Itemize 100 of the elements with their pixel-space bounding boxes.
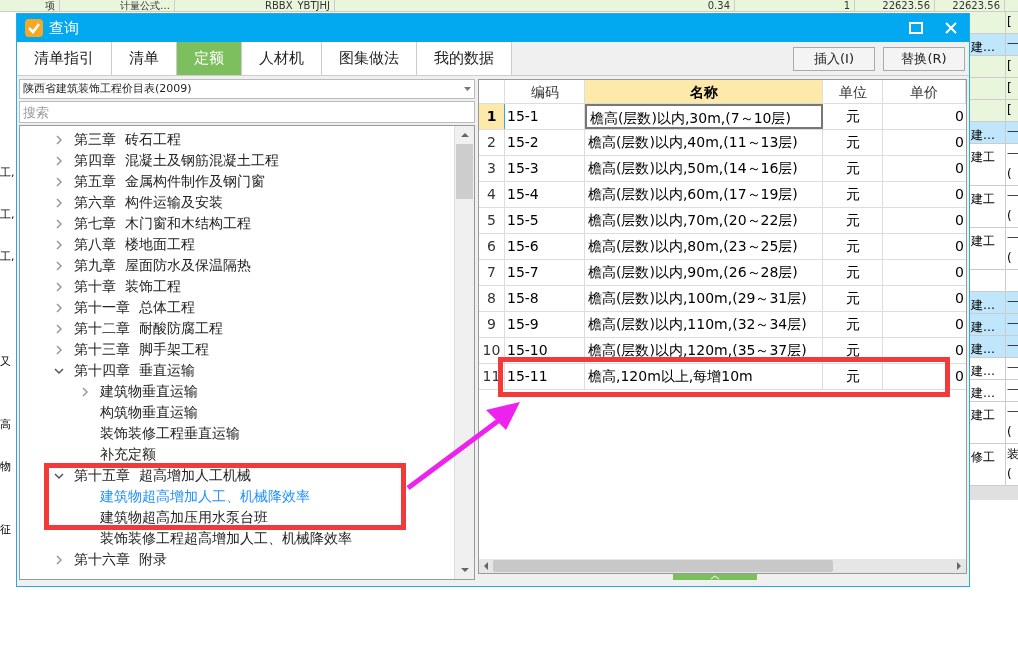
tree-item[interactable]: 装饰装修工程超高增加人工、机械降效率	[100, 530, 352, 547]
tree-item[interactable]: 第四章 混凝土及钢筋混凝土工程	[74, 152, 279, 169]
chevron-right-icon[interactable]	[54, 260, 64, 271]
tree-item[interactable]: 装饰装修工程垂直运输	[100, 425, 240, 442]
table-cell: 15-1	[505, 104, 585, 129]
column-header[interactable]: 名称	[585, 80, 823, 103]
tab[interactable]: 清单	[112, 42, 177, 75]
table-cell: 檐高,120m以上,每增10m	[585, 364, 823, 389]
chevron-right-icon[interactable]	[54, 197, 64, 208]
splitter-handle[interactable]	[672, 574, 757, 580]
tree-item[interactable]: 第十四章 垂直运输	[74, 362, 195, 379]
sheet-cell-text: 一	[1006, 294, 1018, 311]
scroll-thumb[interactable]	[456, 144, 473, 199]
sheet-cell-text: (	[1006, 208, 1013, 225]
close-icon[interactable]	[945, 22, 957, 34]
table-cell: 檐高(层数)以内,110m,(32～34层)	[585, 312, 823, 337]
tree-item[interactable]: 第十章 装饰工程	[74, 278, 181, 295]
sheet-cell-text: 一	[1006, 230, 1018, 247]
sheet-cell-text: 一	[1006, 124, 1018, 141]
column-header[interactable]: 单位	[823, 80, 883, 103]
sheet-cell: 建…	[971, 40, 995, 54]
tree-item[interactable]: 第五章 金属构件制作及钢门窗	[74, 173, 265, 190]
dropdown-arrow-icon	[464, 87, 471, 91]
horizontal-scrollbar[interactable]	[479, 559, 966, 573]
table-cell: 15-6	[505, 234, 585, 259]
chevron-down-icon[interactable]	[54, 365, 64, 376]
sheet-cell: 建工	[971, 234, 995, 248]
row-number: 3	[479, 156, 505, 181]
tab[interactable]: 清单指引	[17, 42, 112, 75]
maximize-icon[interactable]	[909, 22, 923, 34]
tree-item[interactable]: 建筑物垂直运输	[100, 383, 198, 400]
sheet-cell-text: 一	[1006, 360, 1018, 377]
chevron-right-icon[interactable]	[54, 239, 64, 250]
chevron-right-icon[interactable]	[54, 281, 64, 292]
table-cell-text: 0	[954, 107, 965, 126]
tree-item[interactable]: 补充定额	[100, 446, 156, 463]
chevron-right-icon[interactable]	[54, 554, 64, 565]
tree-item[interactable]: 第八章 楼地面工程	[74, 236, 195, 253]
vertical-scrollbar[interactable]	[454, 126, 474, 579]
tree-item[interactable]: 第十五章 超高增加人工机械	[74, 467, 251, 484]
table-cell: 元	[823, 130, 883, 155]
scroll-thumb[interactable]	[493, 560, 833, 572]
chevron-right-icon[interactable]	[54, 176, 64, 187]
tab[interactable]: 图集做法	[322, 42, 417, 75]
table-cell-text: 0	[954, 211, 965, 230]
tab[interactable]: 我的数据	[417, 42, 512, 75]
chevron-right-icon[interactable]	[80, 386, 90, 397]
column-header[interactable]: 单价	[883, 80, 966, 103]
chevron-right-icon[interactable]	[54, 134, 64, 145]
table-cell: 檐高(层数)以内,70m,(20～22层)	[585, 208, 823, 233]
sheet-cell: 建…	[971, 128, 995, 142]
table-cell-text: 0	[954, 315, 965, 334]
tab[interactable]: 人材机	[242, 42, 322, 75]
toolbar-button[interactable]: 替换(R)	[883, 46, 965, 71]
sheet-cell: 征	[0, 523, 11, 536]
toolbar-button[interactable]: 插入(I)	[793, 46, 875, 71]
table-cell: 檐高(层数)以内,100m,(29～31层)	[585, 286, 823, 311]
sheet-cell: 建…	[971, 320, 995, 334]
table-cell-text: 0	[954, 341, 965, 360]
sheet-cell: 1	[735, 0, 855, 11]
sheet-cell: 22623.56	[935, 0, 1005, 11]
table-cell: 15-8	[505, 286, 585, 311]
sheet-cell: 建…	[971, 386, 995, 400]
tree-item[interactable]: 第七章 木门窗和木结构工程	[74, 215, 251, 232]
table-cell-text: 0	[954, 159, 965, 178]
sheet-cell-text: 一	[1006, 316, 1018, 333]
tree-item[interactable]: 第十二章 耐酸防腐工程	[74, 320, 223, 337]
table-cell-text: 0	[954, 237, 965, 256]
table-cell-text: 0	[954, 185, 965, 204]
tree-item[interactable]: 第九章 屋面防水及保温隔热	[74, 257, 251, 274]
tree-item[interactable]: 第十六章 附录	[74, 551, 167, 568]
sheet-cell: 项	[0, 0, 60, 11]
tree-item[interactable]: 第三章 砖石工程	[74, 131, 181, 148]
search-field[interactable]: 搜索	[19, 101, 475, 123]
table-cell: 檐高(层数)以内,120m,(35～37层)	[585, 338, 823, 363]
table-cell-text: 0	[954, 289, 965, 308]
sheet-cell: 计量公式…	[60, 0, 175, 11]
sheet-cell-text: (	[1006, 466, 1013, 483]
sheet-cell-text: [	[1006, 80, 1013, 97]
tree-item[interactable]: 第十三章 脚手架工程	[74, 341, 209, 358]
tree-item[interactable]: 第十一章 总体工程	[74, 299, 195, 316]
table-cell: 元	[823, 286, 883, 311]
row-number: 11	[479, 364, 505, 389]
chevron-down-icon[interactable]	[54, 470, 64, 481]
tree-item[interactable]: 建筑物超高加压用水泵台班	[100, 509, 268, 526]
library-dropdown[interactable]: 陕西省建筑装饰工程价目表(2009)	[19, 79, 475, 99]
sheet-cell: 建…	[971, 364, 995, 378]
tree-item[interactable]: 第六章 构件运输及安装	[74, 194, 223, 211]
chevron-right-icon[interactable]	[54, 218, 64, 229]
row-number: 2	[479, 130, 505, 155]
chevron-right-icon[interactable]	[54, 155, 64, 166]
table-cell: 元	[823, 208, 883, 233]
tree-item[interactable]: 构筑物垂直运输	[100, 404, 198, 421]
chevron-right-icon[interactable]	[54, 344, 64, 355]
table-cell-text: 0	[954, 263, 965, 282]
table-cell: 15-7	[505, 260, 585, 285]
sheet-cell: 22623.56	[855, 0, 935, 11]
sheet-cell: 工,	[0, 250, 15, 263]
chevron-right-icon[interactable]	[54, 302, 64, 313]
chevron-right-icon[interactable]	[54, 323, 64, 334]
